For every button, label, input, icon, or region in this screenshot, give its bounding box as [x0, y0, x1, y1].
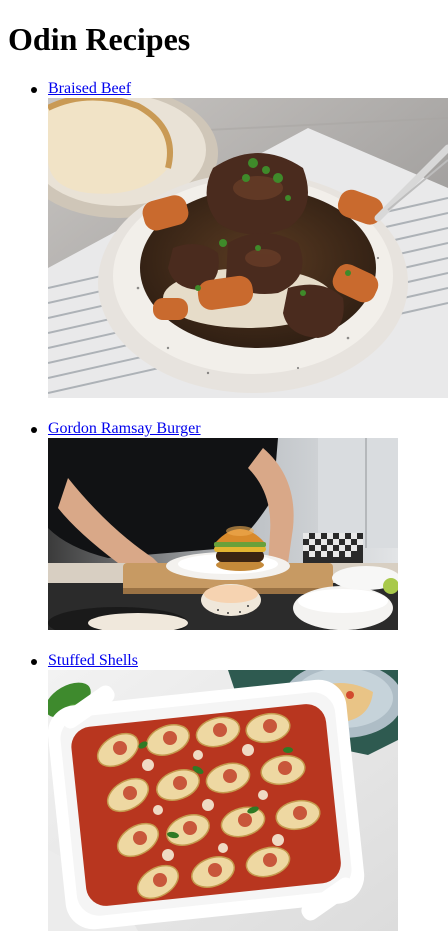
list-item: Stuffed Shells	[31, 652, 398, 931]
stuffed-shells-image	[48, 670, 398, 931]
bullet-icon	[31, 659, 37, 665]
gordon-ramsay-burger-image	[48, 438, 398, 630]
bullet-icon	[31, 87, 37, 93]
recipe-link-stuffed-shells[interactable]: Stuffed Shells	[48, 652, 398, 670]
list-item: Braised Beef	[31, 80, 448, 398]
recipe-link-gordon-ramsay-burger[interactable]: Gordon Ramsay Burger	[48, 420, 398, 438]
recipe-link-braised-beef[interactable]: Braised Beef	[48, 80, 448, 98]
page-title: Odin Recipes	[8, 21, 191, 57]
bullet-icon	[31, 427, 37, 433]
list-item: Gordon Ramsay Burger	[31, 420, 398, 630]
braised-beef-image	[48, 98, 448, 398]
